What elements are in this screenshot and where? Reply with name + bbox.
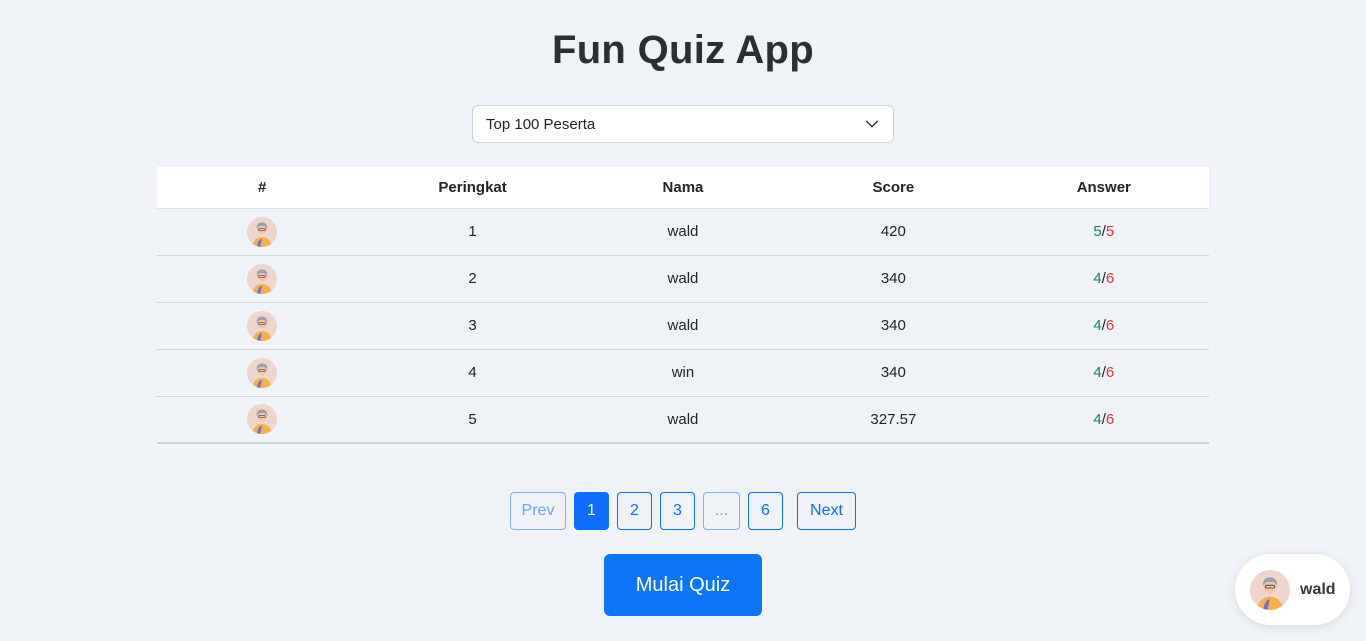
answer-cell: 4/6 xyxy=(999,349,1209,396)
user-name: wald xyxy=(1300,580,1336,598)
total-count: 6 xyxy=(1105,364,1115,381)
name-cell: wald xyxy=(667,270,699,287)
user-avatar-icon xyxy=(247,263,278,294)
answer-cell: 5/5 xyxy=(999,208,1209,255)
chevron-down-icon xyxy=(865,120,879,128)
total-count: 5 xyxy=(1105,223,1115,240)
rank-cell: 2 xyxy=(468,270,477,287)
score-cell: 420 xyxy=(880,223,906,240)
user-avatar-icon xyxy=(247,404,278,435)
name-cell: wald xyxy=(667,410,699,428)
name-cell: wald xyxy=(667,223,699,240)
pagination: Prev 1 2 3 ... 6 Next xyxy=(510,492,856,530)
score-cell: 340 xyxy=(880,364,906,381)
select-value: Top 100 Peserta xyxy=(486,115,596,133)
rank-cell: 3 xyxy=(468,317,477,334)
table-row: 3 wald 340 4/6 xyxy=(157,302,1209,349)
total-count: 6 xyxy=(1105,317,1115,334)
total-count: 6 xyxy=(1105,270,1115,287)
table-row: 4 win 340 4/6 xyxy=(157,349,1209,396)
table-row: 1 wald 420 5/5 xyxy=(157,208,1209,255)
leaderboard-filter-select[interactable]: Top 100 Peserta xyxy=(472,105,894,143)
table-header-row: # Peringkat Nama Score Answer xyxy=(157,167,1209,208)
name-cell: win xyxy=(671,364,695,381)
next-page-button[interactable]: Next xyxy=(797,492,856,530)
answer-cell: 4/6 xyxy=(999,255,1209,302)
col-header-index: # xyxy=(258,178,267,196)
user-avatar-icon xyxy=(247,216,278,247)
row-avatar-cell xyxy=(157,255,367,302)
correct-count: 5 xyxy=(1093,223,1102,240)
row-avatar-cell xyxy=(157,349,367,396)
table-row: 2 wald 340 4/6 xyxy=(157,255,1209,302)
row-avatar-cell xyxy=(157,396,367,443)
table-row: 5 wald 327.57 4/6 xyxy=(157,396,1209,443)
prev-page-button[interactable]: Prev xyxy=(510,492,566,530)
score-cell: 340 xyxy=(880,317,906,334)
col-header-score: Score xyxy=(872,178,915,196)
rank-cell: 1 xyxy=(468,223,477,240)
user-profile-chip[interactable]: wald xyxy=(1235,554,1350,625)
col-header-rank: Peringkat xyxy=(438,178,507,196)
page-button-6[interactable]: 6 xyxy=(748,492,783,530)
page-button-1[interactable]: 1 xyxy=(574,492,609,530)
leaderboard-table: # Peringkat Nama Score Answer 1 wald 420 5/… xyxy=(157,167,1209,444)
page-button-3[interactable]: 3 xyxy=(660,492,695,530)
total-count: 6 xyxy=(1105,410,1115,428)
name-cell: wald xyxy=(667,317,699,334)
rank-cell: 4 xyxy=(468,364,477,381)
row-avatar-cell xyxy=(157,208,367,255)
score-cell: 340 xyxy=(880,270,906,287)
answer-cell: 4/6 xyxy=(999,302,1209,349)
row-avatar-cell xyxy=(157,302,367,349)
page-ellipsis: ... xyxy=(703,492,740,530)
start-quiz-button[interactable]: Mulai Quiz xyxy=(604,554,762,616)
col-header-answer: Answer xyxy=(1076,178,1131,196)
user-avatar-icon xyxy=(247,310,278,341)
page-button-2[interactable]: 2 xyxy=(617,492,652,530)
correct-count: 4 xyxy=(1093,317,1102,334)
rank-cell: 5 xyxy=(468,410,477,428)
score-cell: 327.57 xyxy=(870,410,917,428)
correct-count: 4 xyxy=(1093,364,1102,381)
correct-count: 4 xyxy=(1093,270,1102,287)
col-header-name: Nama xyxy=(662,178,704,196)
page-title: Fun Quiz App xyxy=(551,28,815,72)
answer-cell: 4/6 xyxy=(999,396,1209,443)
user-avatar-icon xyxy=(1250,569,1290,610)
user-avatar-icon xyxy=(247,357,278,388)
correct-count: 4 xyxy=(1093,410,1102,428)
